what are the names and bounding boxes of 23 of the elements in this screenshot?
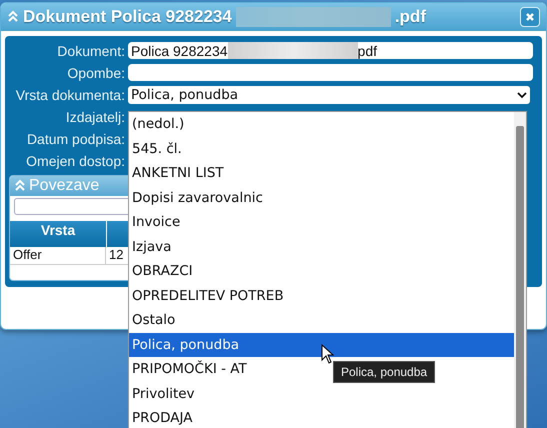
dropdown-option[interactable]: Polica, ponudba — [129, 332, 514, 357]
scrollbar[interactable] — [514, 112, 526, 428]
chevron-down-icon[interactable] — [517, 90, 527, 98]
field-label: Omejen dostop: — [25, 152, 125, 168]
cursor-icon — [321, 344, 334, 364]
tooltip: Polica, ponudba — [333, 361, 436, 383]
table-cell: Offer — [10, 247, 106, 265]
column-header[interactable]: Vrsta — [10, 221, 107, 247]
field-label: Opombe: — [66, 64, 125, 80]
input-field[interactable] — [128, 64, 533, 81]
collapse-icon[interactable] — [14, 179, 26, 193]
close-icon[interactable] — [525, 12, 535, 22]
field-label: Datum podpisa: — [26, 130, 125, 146]
collapse-icon[interactable] — [7, 10, 19, 24]
input-field[interactable]: Polica 9282234 pdf — [128, 42, 533, 59]
field-label: Vrsta dokumenta: — [14, 86, 125, 102]
panel-title: Povezave — [29, 177, 100, 195]
field-label: Izdajatelj: — [64, 108, 125, 124]
window-title: Dokument Polica 9282234 — [23, 7, 232, 27]
close-button[interactable] — [520, 7, 540, 27]
select-field[interactable]: Polica, ponudba — [128, 86, 530, 104]
field-label: Dokument: — [56, 42, 125, 58]
window-title-extension: .pdf — [394, 7, 426, 27]
